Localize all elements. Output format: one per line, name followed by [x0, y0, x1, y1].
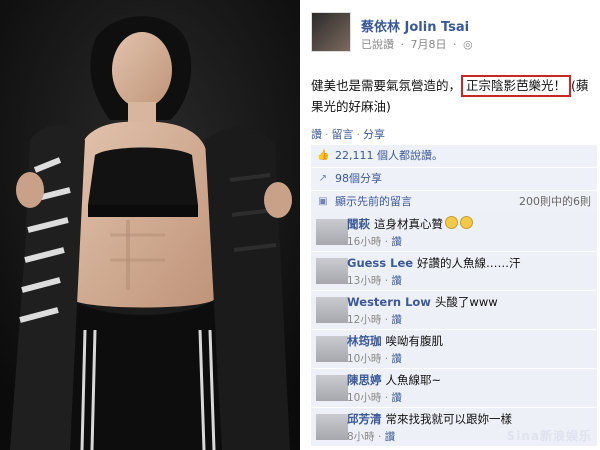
comment-like[interactable]: 讚	[391, 275, 402, 287]
smiley-icon	[460, 216, 473, 229]
thumbs-up-icon: 👍	[317, 150, 330, 161]
likes-count[interactable]: 22,111 個人都說讚。	[335, 145, 443, 167]
shares-count[interactable]: 98個分享	[335, 168, 382, 190]
comment-text: 唉呦有腹肌	[385, 334, 444, 348]
meta-separator: ·	[453, 38, 457, 51]
author-avatar[interactable]	[311, 12, 351, 52]
facebook-post-panel: 蔡依林 Jolin Tsai 已說讚 · 7月8日 · ◎ 健美也是需要氣氛營造…	[303, 0, 600, 450]
comment-item: Guess Lee 好讚的人魚線……汗 13小時 · 讚	[311, 252, 597, 291]
comment-text: 人魚線耶~	[385, 373, 442, 387]
comment-item: 聞萩 這身材真心贊 16小時 · 讚	[311, 213, 597, 252]
post-header: 蔡依林 Jolin Tsai 已說讚 · 7月8日 · ◎	[311, 12, 596, 52]
comment-item: 陳思婷 人魚線耶~ 10小時 · 讚	[311, 369, 597, 408]
commenter-name[interactable]: Western Low	[347, 295, 431, 309]
like-action[interactable]: 讚	[311, 128, 322, 141]
shares-summary[interactable]: ↗ 98個分享	[311, 168, 597, 191]
author-name[interactable]: 蔡依林 Jolin Tsai	[361, 16, 469, 35]
commenter-name[interactable]: 陳思婷	[347, 373, 382, 387]
woman-fitness-photo	[0, 0, 300, 450]
previous-comments-link[interactable]: 顯示先前的留言	[335, 191, 412, 213]
commenter-name[interactable]: Guess Lee	[347, 256, 413, 270]
comments-count: 200則中的6則	[519, 195, 591, 208]
highlighted-phrase: 正宗陰影芭樂光！	[461, 75, 572, 97]
commenter-name[interactable]: 邱芳清	[347, 412, 382, 426]
commenter-avatar[interactable]	[316, 297, 348, 323]
smiley-icon	[445, 216, 458, 229]
previous-comments[interactable]: ▣ 顯示先前的留言 200則中的6則	[311, 191, 597, 214]
sina-watermark: Sina新浪娱乐	[506, 429, 592, 443]
globe-icon: ◎	[463, 38, 473, 51]
comment-like[interactable]: 讚	[391, 236, 402, 248]
comment-text: 常來找我就可以跟妳一樣	[385, 412, 513, 426]
comment-action[interactable]: 留言	[332, 128, 354, 141]
comment-time[interactable]: 8小時	[347, 431, 375, 443]
commenter-avatar[interactable]	[316, 414, 348, 440]
comment-text: 好讚的人魚線……汗	[417, 256, 521, 270]
share-icon: ↗	[318, 173, 328, 184]
comment-text: 头酸了www	[434, 295, 498, 309]
comment-time[interactable]: 16小時	[347, 236, 381, 248]
comment-time[interactable]: 12小時	[347, 314, 381, 326]
comment-like[interactable]: 讚	[391, 353, 402, 365]
commenter-avatar[interactable]	[316, 258, 348, 284]
comment-time[interactable]: 10小時	[347, 353, 381, 365]
commenter-avatar[interactable]	[316, 219, 348, 245]
post-date[interactable]: 7月8日	[411, 38, 447, 51]
commenter-name[interactable]: 聞萩	[347, 217, 370, 231]
comment-like[interactable]: 讚	[385, 431, 396, 443]
post-meta: 已說讚 · 7月8日 · ◎	[361, 36, 473, 52]
action-separator: ·	[325, 128, 329, 141]
comment-time[interactable]: 10小時	[347, 392, 381, 404]
post-text-before: 健美也是需要氣氛營造的，	[311, 78, 462, 93]
comment-text: 這身材真心贊	[374, 217, 443, 231]
liked-status: 已說讚	[361, 38, 394, 51]
comments-icon: ▣	[318, 196, 328, 207]
meta-separator: ·	[400, 38, 405, 51]
comment-like[interactable]: 讚	[391, 314, 402, 326]
post-photo[interactable]	[0, 0, 300, 450]
comment-item: 林筠珈 唉呦有腹肌 10小時 · 讚	[311, 330, 597, 369]
commenter-name[interactable]: 林筠珈	[347, 334, 382, 348]
commenter-avatar[interactable]	[316, 375, 348, 401]
comment-item: Western Low 头酸了www 12小時 · 讚	[311, 291, 597, 330]
likes-summary[interactable]: 👍 22,111 個人都說讚。	[311, 145, 597, 168]
post-body: 健美也是需要氣氛營造的， 正宗陰影芭樂光！ (蘋果光的好麻油)	[311, 75, 596, 117]
comment-time[interactable]: 13小時	[347, 275, 381, 287]
share-action[interactable]: 分享	[363, 128, 385, 141]
post-actions: 讚 · 留言 · 分享	[311, 126, 385, 142]
comment-like[interactable]: 讚	[391, 392, 402, 404]
commenter-avatar[interactable]	[316, 336, 348, 362]
action-separator: ·	[356, 128, 361, 141]
